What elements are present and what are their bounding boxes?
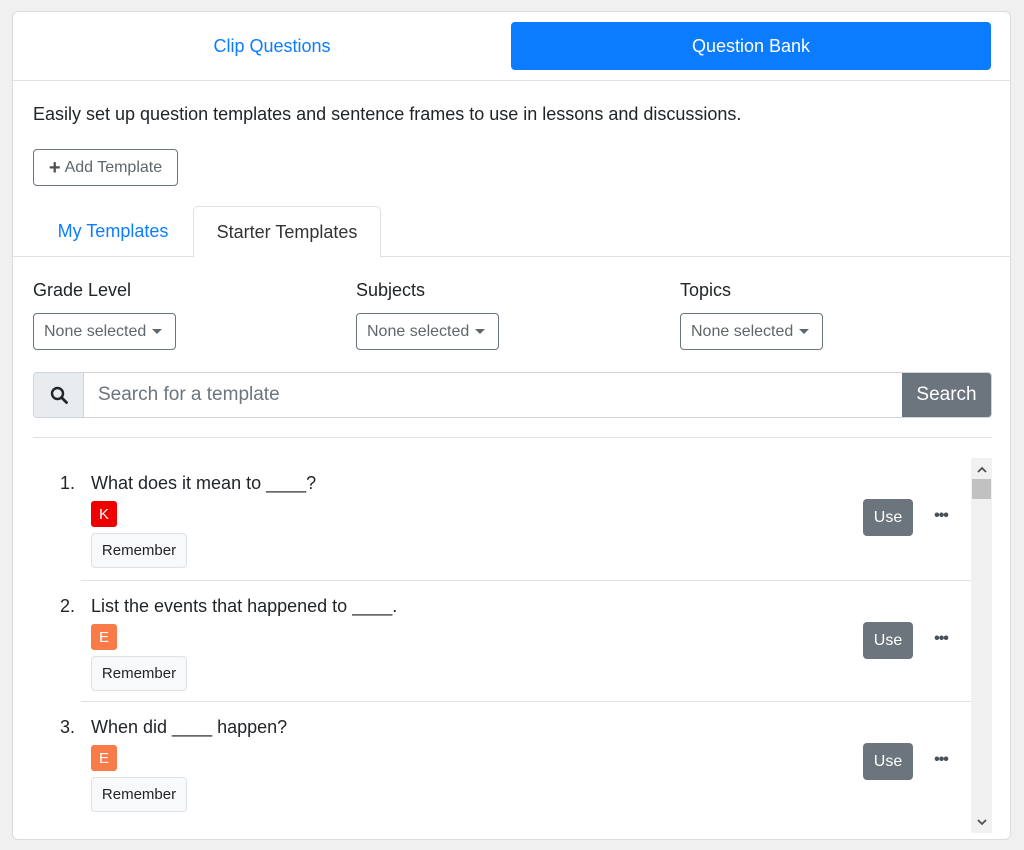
item-title: What does it mean to ____?	[91, 473, 317, 493]
item-number: 3.	[59, 717, 75, 737]
filter-label: Subjects	[356, 280, 426, 300]
top-tab-bar: Clip Questions Question Bank	[13, 12, 1010, 81]
caret-down-icon	[152, 329, 163, 334]
template-item: 1. What does it mean to ____? K Remember…	[60, 458, 971, 580]
plus-icon: +	[48, 156, 61, 179]
category-tag: Remember	[91, 777, 187, 812]
template-item: 3. When did ____ happen? E Remember Use …	[60, 701, 971, 823]
caret-down-icon	[475, 329, 486, 334]
category-tag: Remember	[91, 533, 187, 568]
search-button[interactable]: Search	[902, 373, 991, 417]
more-options-icon[interactable]: •••	[929, 748, 953, 772]
filter-label: Topics	[680, 280, 732, 300]
search-input[interactable]	[84, 373, 902, 417]
chevron-up-icon[interactable]	[971, 460, 992, 478]
add-template-label: Add Template	[64, 158, 163, 176]
use-button[interactable]: Use	[863, 622, 913, 659]
select-value: None selected	[691, 322, 794, 340]
question-bank-panel: Clip Questions Question Bank Easily set …	[12, 11, 1011, 840]
select-value: None selected	[44, 322, 147, 340]
use-button[interactable]: Use	[863, 743, 913, 780]
use-button[interactable]: Use	[863, 499, 913, 536]
tab-starter-templates[interactable]: Starter Templates	[193, 206, 381, 258]
add-template-button[interactable]: + Add Template	[33, 149, 178, 186]
template-list: 1. What does it mean to ____? K Remember…	[33, 458, 992, 825]
category-tag: Remember	[91, 656, 187, 691]
level-badge: E	[91, 624, 117, 650]
search-icon	[34, 373, 84, 417]
tab-my-templates[interactable]: My Templates	[33, 206, 193, 257]
grade-level-select[interactable]: None selected	[33, 313, 176, 350]
more-options-icon[interactable]: •••	[929, 504, 953, 528]
tab-question-bank[interactable]: Question Bank	[511, 22, 991, 70]
level-badge: E	[91, 745, 117, 771]
grade-level-filter: Grade Level None selected	[33, 280, 176, 350]
topics-select[interactable]: None selected	[680, 313, 823, 350]
template-search-bar: Search	[33, 372, 992, 418]
more-options-icon[interactable]: •••	[929, 627, 953, 651]
template-item: 2. List the events that happened to ____…	[60, 580, 971, 702]
subjects-select[interactable]: None selected	[356, 313, 499, 350]
level-badge: K	[91, 501, 117, 527]
chevron-down-icon[interactable]	[971, 813, 992, 831]
topics-filter: Topics None selected	[680, 280, 823, 350]
subjects-filter: Subjects None selected	[356, 280, 499, 350]
caret-down-icon	[799, 329, 810, 334]
scrollbar-thumb[interactable]	[972, 479, 991, 499]
item-number: 1.	[59, 473, 75, 493]
divider	[33, 437, 992, 438]
select-value: None selected	[367, 322, 470, 340]
intro-text: Easily set up question templates and sen…	[33, 104, 742, 124]
template-tab-bar: My Templates Starter Templates	[13, 206, 1010, 258]
tab-clip-questions[interactable]: Clip Questions	[32, 22, 512, 70]
filter-label: Grade Level	[33, 280, 132, 300]
item-title: When did ____ happen?	[91, 717, 288, 737]
list-scrollbar[interactable]	[971, 458, 992, 833]
item-title: List the events that happened to ____.	[91, 596, 398, 616]
item-number: 2.	[59, 596, 75, 616]
